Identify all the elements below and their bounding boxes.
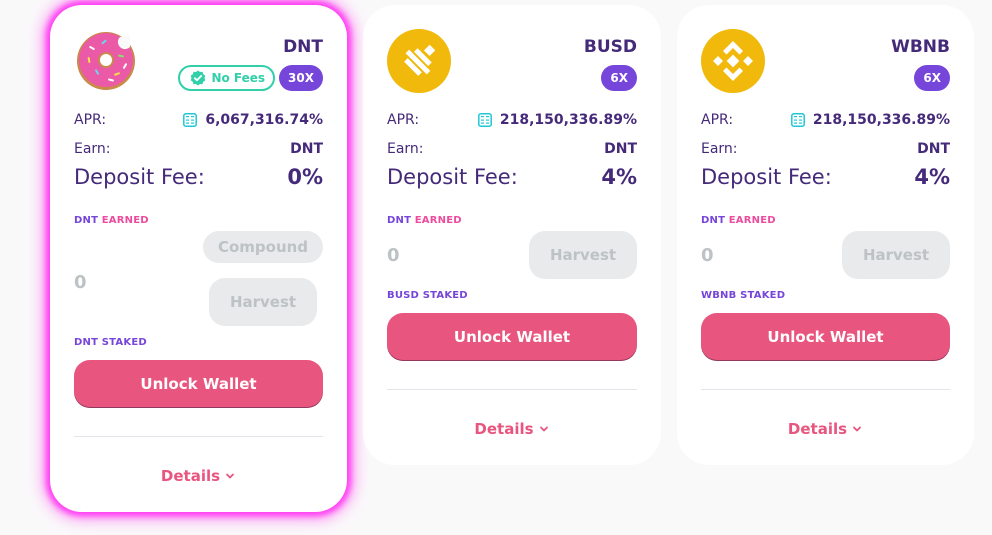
calculator-icon[interactable] xyxy=(477,113,492,127)
compound-button[interactable]: Compound xyxy=(203,231,323,263)
harvest-button[interactable]: Harvest xyxy=(842,231,950,279)
earned-label: DNT EARNED xyxy=(701,215,776,226)
earned-value: 0 xyxy=(74,272,87,293)
divider xyxy=(74,436,323,437)
deposit-fee-value: 4% xyxy=(601,165,637,189)
earned-value: 0 xyxy=(701,245,714,266)
apr-label: APR: xyxy=(74,112,107,128)
earn-label: Earn: xyxy=(701,141,738,157)
unlock-wallet-button[interactable]: Unlock Wallet xyxy=(701,313,950,361)
divider xyxy=(701,389,950,390)
unlock-wallet-button[interactable]: Unlock Wallet xyxy=(74,360,323,408)
earn-row: Earn: DNT xyxy=(387,141,637,157)
deposit-fee-label: Deposit Fee: xyxy=(701,165,832,189)
farm-card-busd: BUSD 6X APR: 218,150,336.89% Earn: DNT D… xyxy=(363,5,661,465)
farm-card-dnt: DNT No Fees 30X APR: 6,067,316.74% Earn:… xyxy=(50,5,347,512)
deposit-fee-value: 4% xyxy=(914,165,950,189)
staked-label: DNT STAKED xyxy=(74,337,147,348)
details-toggle[interactable]: Details xyxy=(50,467,347,485)
earned-label: DNT EARNED xyxy=(74,215,149,226)
staked-label: WBNB STAKED xyxy=(701,290,786,301)
badges: 6X xyxy=(601,65,637,91)
apr-row: APR: 218,150,336.89% xyxy=(701,112,950,128)
verified-icon xyxy=(191,70,206,86)
details-label: Details xyxy=(787,420,848,438)
details-label: Details xyxy=(160,467,221,485)
divider xyxy=(387,389,637,390)
no-fees-label: No Fees xyxy=(211,71,266,85)
earn-value: DNT xyxy=(290,141,323,157)
multiplier-badge: 6X xyxy=(914,65,950,91)
pool-title: DNT xyxy=(283,37,323,57)
farm-card-wbnb: WBNB 6X APR: 218,150,336.89% Earn: DNT D… xyxy=(677,5,974,465)
details-label: Details xyxy=(474,420,534,438)
no-fees-badge: No Fees xyxy=(178,65,276,91)
apr-row: APR: 6,067,316.74% xyxy=(74,112,323,128)
chevron-down-icon xyxy=(539,426,548,432)
earn-row: Earn: DNT xyxy=(74,141,323,157)
apr-value: 218,150,336.89% xyxy=(499,112,637,128)
apr-value: 218,150,336.89% xyxy=(812,112,950,128)
earn-value: DNT xyxy=(917,141,950,157)
deposit-fee-row: Deposit Fee: 0% xyxy=(74,165,323,189)
chevron-down-icon xyxy=(853,426,861,432)
deposit-fee-value: 0% xyxy=(287,165,323,189)
earn-value: DNT xyxy=(604,141,637,157)
bnb-icon xyxy=(701,29,765,93)
multiplier-badge: 30X xyxy=(279,65,323,91)
badges: 6X xyxy=(914,65,950,91)
pool-title: WBNB xyxy=(891,37,950,57)
pool-title: BUSD xyxy=(583,37,637,57)
details-toggle[interactable]: Details xyxy=(677,420,974,438)
deposit-fee-row: Deposit Fee: 4% xyxy=(701,165,950,189)
apr-label: APR: xyxy=(387,112,420,128)
badges: No Fees 30X xyxy=(178,65,323,91)
earn-row: Earn: DNT xyxy=(701,141,950,157)
harvest-button[interactable]: Harvest xyxy=(209,278,317,326)
apr-row: APR: 218,150,336.89% xyxy=(387,112,637,128)
apr-label: APR: xyxy=(701,112,734,128)
earn-label: Earn: xyxy=(74,141,111,157)
calculator-icon[interactable] xyxy=(183,113,198,127)
earned-value: 0 xyxy=(387,245,400,266)
multiplier-badge: 6X xyxy=(601,65,637,91)
harvest-button[interactable]: Harvest xyxy=(529,231,637,279)
deposit-fee-row: Deposit Fee: 4% xyxy=(387,165,637,189)
calculator-icon[interactable] xyxy=(790,113,805,127)
earn-label: Earn: xyxy=(387,141,424,157)
details-toggle[interactable]: Details xyxy=(363,420,661,438)
unlock-wallet-button[interactable]: Unlock Wallet xyxy=(387,313,637,361)
donut-icon xyxy=(77,32,135,90)
staked-label: BUSD STAKED xyxy=(387,290,468,301)
chevron-down-icon xyxy=(226,473,234,479)
deposit-fee-label: Deposit Fee: xyxy=(74,165,205,189)
apr-value: 6,067,316.74% xyxy=(205,112,323,128)
earned-label: DNT EARNED xyxy=(387,215,462,226)
deposit-fee-label: Deposit Fee: xyxy=(387,165,518,189)
busd-icon xyxy=(387,29,451,93)
